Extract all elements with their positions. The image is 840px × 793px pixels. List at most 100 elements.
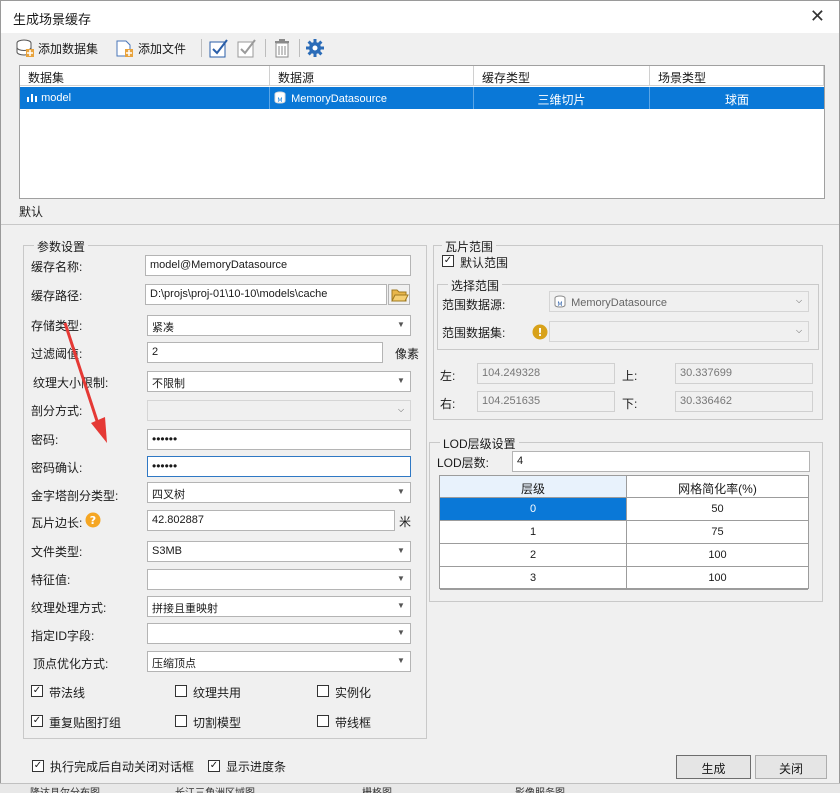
column-header-dataset[interactable]: 数据集 bbox=[20, 66, 270, 86]
chevron-down-icon: ▼ bbox=[397, 320, 405, 329]
filter-input[interactable]: 2 bbox=[147, 342, 383, 363]
password-confirm-input[interactable]: •••••• bbox=[147, 456, 411, 477]
check-invert-icon bbox=[237, 39, 256, 58]
show-progress-checkbox[interactable]: ✓ bbox=[208, 760, 220, 772]
vertex-opt-label: 顶点优化方式: bbox=[33, 657, 109, 671]
password-confirm-label: 密码确认: bbox=[31, 461, 83, 475]
pyramid-value: 四叉树 bbox=[152, 489, 185, 501]
range-dataset-label: 范围数据集: bbox=[442, 326, 506, 340]
gear-icon bbox=[306, 39, 324, 57]
top-input[interactable]: 30.337699 bbox=[675, 363, 813, 384]
password-input[interactable]: •••••• bbox=[147, 429, 411, 450]
window-title: 生成场景缓存 bbox=[13, 12, 92, 27]
file-type-value: S3MB bbox=[152, 545, 182, 557]
svg-text:M: M bbox=[277, 97, 282, 104]
add-file-button[interactable]: 添加文件 bbox=[115, 37, 186, 59]
invert-select-button[interactable] bbox=[237, 37, 257, 59]
column-header-cache-type[interactable]: 缓存类型 bbox=[474, 66, 650, 86]
wireframe-label: 带线框 bbox=[335, 716, 372, 730]
default-range-checkbox[interactable]: ✓ bbox=[442, 255, 454, 267]
range-datasource-select[interactable]: M MemoryDatasource ⌵ bbox=[549, 291, 809, 312]
id-field-label: 指定ID字段: bbox=[31, 629, 95, 643]
texture-share-checkbox[interactable] bbox=[175, 685, 187, 697]
filter-unit: 像素 bbox=[395, 347, 420, 361]
right-input[interactable]: 104.251635 bbox=[477, 391, 615, 412]
bottom-input[interactable]: 30.336462 bbox=[675, 391, 813, 412]
chevron-down-icon: ▼ bbox=[397, 376, 405, 385]
texture-limit-value: 不限制 bbox=[152, 378, 185, 390]
annotation-arrow-icon bbox=[63, 322, 107, 443]
lod-cell-rate[interactable]: 75 bbox=[627, 521, 808, 544]
pyramid-label: 金字塔剖分类型: bbox=[31, 489, 119, 503]
select-all-button[interactable] bbox=[209, 37, 229, 59]
lod-cell-rate[interactable]: 100 bbox=[627, 544, 808, 567]
toolbar-divider bbox=[299, 39, 300, 57]
delete-button[interactable] bbox=[273, 37, 291, 59]
chevron-down-icon: ⌵ bbox=[795, 326, 803, 335]
datasource-name: MemoryDatasource bbox=[291, 93, 388, 105]
svg-text:M: M bbox=[557, 301, 562, 308]
lod-header-level: 层级 bbox=[440, 476, 627, 498]
left-input[interactable]: 104.249328 bbox=[477, 363, 615, 384]
feature-select[interactable]: ▼ bbox=[147, 569, 411, 590]
id-field-select[interactable]: ▼ bbox=[147, 623, 411, 644]
with-normals-checkbox[interactable]: ✓ bbox=[31, 685, 43, 697]
range-datasource-value: MemoryDatasource bbox=[571, 297, 668, 309]
trash-icon bbox=[275, 39, 289, 58]
generate-button[interactable]: 生成 bbox=[676, 755, 751, 779]
lod-cell-rate[interactable]: 50 bbox=[627, 498, 808, 521]
chevron-down-icon: ▼ bbox=[397, 628, 405, 637]
browse-folder-button[interactable] bbox=[388, 284, 410, 305]
with-normals-label: 带法线 bbox=[49, 686, 86, 700]
cache-name-input[interactable]: model@MemoryDatasource bbox=[145, 255, 411, 276]
database-add-icon bbox=[16, 39, 34, 57]
lod-cell-level[interactable]: 1 bbox=[440, 521, 627, 544]
file-type-select[interactable]: S3MB ▼ bbox=[147, 541, 411, 562]
lod-cell-level[interactable]: 0 bbox=[440, 498, 627, 521]
lod-levels-label: LOD层数: bbox=[437, 456, 490, 470]
close-window-button[interactable]: ✕ bbox=[810, 6, 825, 27]
instancing-checkbox[interactable] bbox=[317, 685, 329, 697]
auto-close-label: 执行完成后自动关闭对话框 bbox=[50, 760, 195, 774]
texture-proc-value: 拼接且重映射 bbox=[152, 603, 218, 615]
lod-levels-input[interactable]: 4 bbox=[512, 451, 810, 472]
chevron-down-icon: ⌵ bbox=[397, 405, 405, 414]
file-add-icon bbox=[116, 40, 133, 57]
toolbar: 添加数据集 添加文件 bbox=[1, 33, 839, 63]
lod-cell-level[interactable]: 2 bbox=[440, 544, 627, 567]
texture-limit-select[interactable]: 不限制 ▼ bbox=[147, 371, 411, 392]
chevron-down-icon: ▼ bbox=[397, 546, 405, 555]
cut-model-checkbox[interactable] bbox=[175, 715, 187, 727]
help-icon[interactable]: ? bbox=[85, 512, 101, 528]
settings-button[interactable] bbox=[305, 37, 325, 59]
cache-path-input[interactable]: D:\projs\proj-01\10-10\models\cache bbox=[145, 284, 387, 305]
tile-range-group-title: 瓦片范围 bbox=[442, 238, 497, 255]
right-label: 右: bbox=[440, 397, 456, 411]
title-bar: 生成场景缓存 ✕ bbox=[1, 1, 839, 33]
storage-type-select[interactable]: 紧凑 ▼ bbox=[147, 315, 411, 336]
dialog-window: 生成场景缓存 ✕ 添加数据集 添加文件 数据集 数据源 缓存类型 场景类型 mo… bbox=[0, 0, 840, 793]
split-mode-select[interactable]: ⌵ bbox=[147, 400, 411, 421]
auto-close-checkbox[interactable]: ✓ bbox=[32, 760, 44, 772]
table-row[interactable]: model M MemoryDatasource 三维切片 球面 bbox=[20, 87, 824, 109]
texture-proc-select[interactable]: 拼接且重映射 ▼ bbox=[147, 596, 411, 617]
range-dataset-select[interactable]: ⌵ bbox=[549, 321, 809, 342]
storage-type-value: 紧凑 bbox=[152, 322, 174, 334]
lod-cell-rate[interactable]: 100 bbox=[627, 567, 808, 590]
bottom-label: 下: bbox=[622, 397, 638, 411]
add-dataset-button[interactable]: 添加数据集 bbox=[15, 37, 98, 59]
repeat-texture-checkbox[interactable]: ✓ bbox=[31, 715, 43, 727]
pyramid-select[interactable]: 四叉树 ▼ bbox=[147, 482, 411, 503]
cut-model-label: 切割模型 bbox=[193, 716, 242, 730]
close-button[interactable]: 关闭 bbox=[755, 755, 827, 779]
vertex-opt-select[interactable]: 压缩顶点 ▼ bbox=[147, 651, 411, 672]
tab-default[interactable]: 默认 bbox=[19, 203, 43, 220]
lod-cell-level[interactable]: 3 bbox=[440, 567, 627, 590]
lod-header-rate: 网格简化率(%) bbox=[627, 476, 808, 498]
column-header-scene-type[interactable]: 场景类型 bbox=[650, 66, 824, 86]
cell-datasource: M MemoryDatasource bbox=[270, 87, 474, 109]
tile-edge-unit: 米 bbox=[399, 515, 412, 529]
wireframe-checkbox[interactable] bbox=[317, 715, 329, 727]
column-header-datasource[interactable]: 数据源 bbox=[270, 66, 474, 86]
tile-edge-input[interactable]: 42.802887 bbox=[147, 510, 395, 531]
